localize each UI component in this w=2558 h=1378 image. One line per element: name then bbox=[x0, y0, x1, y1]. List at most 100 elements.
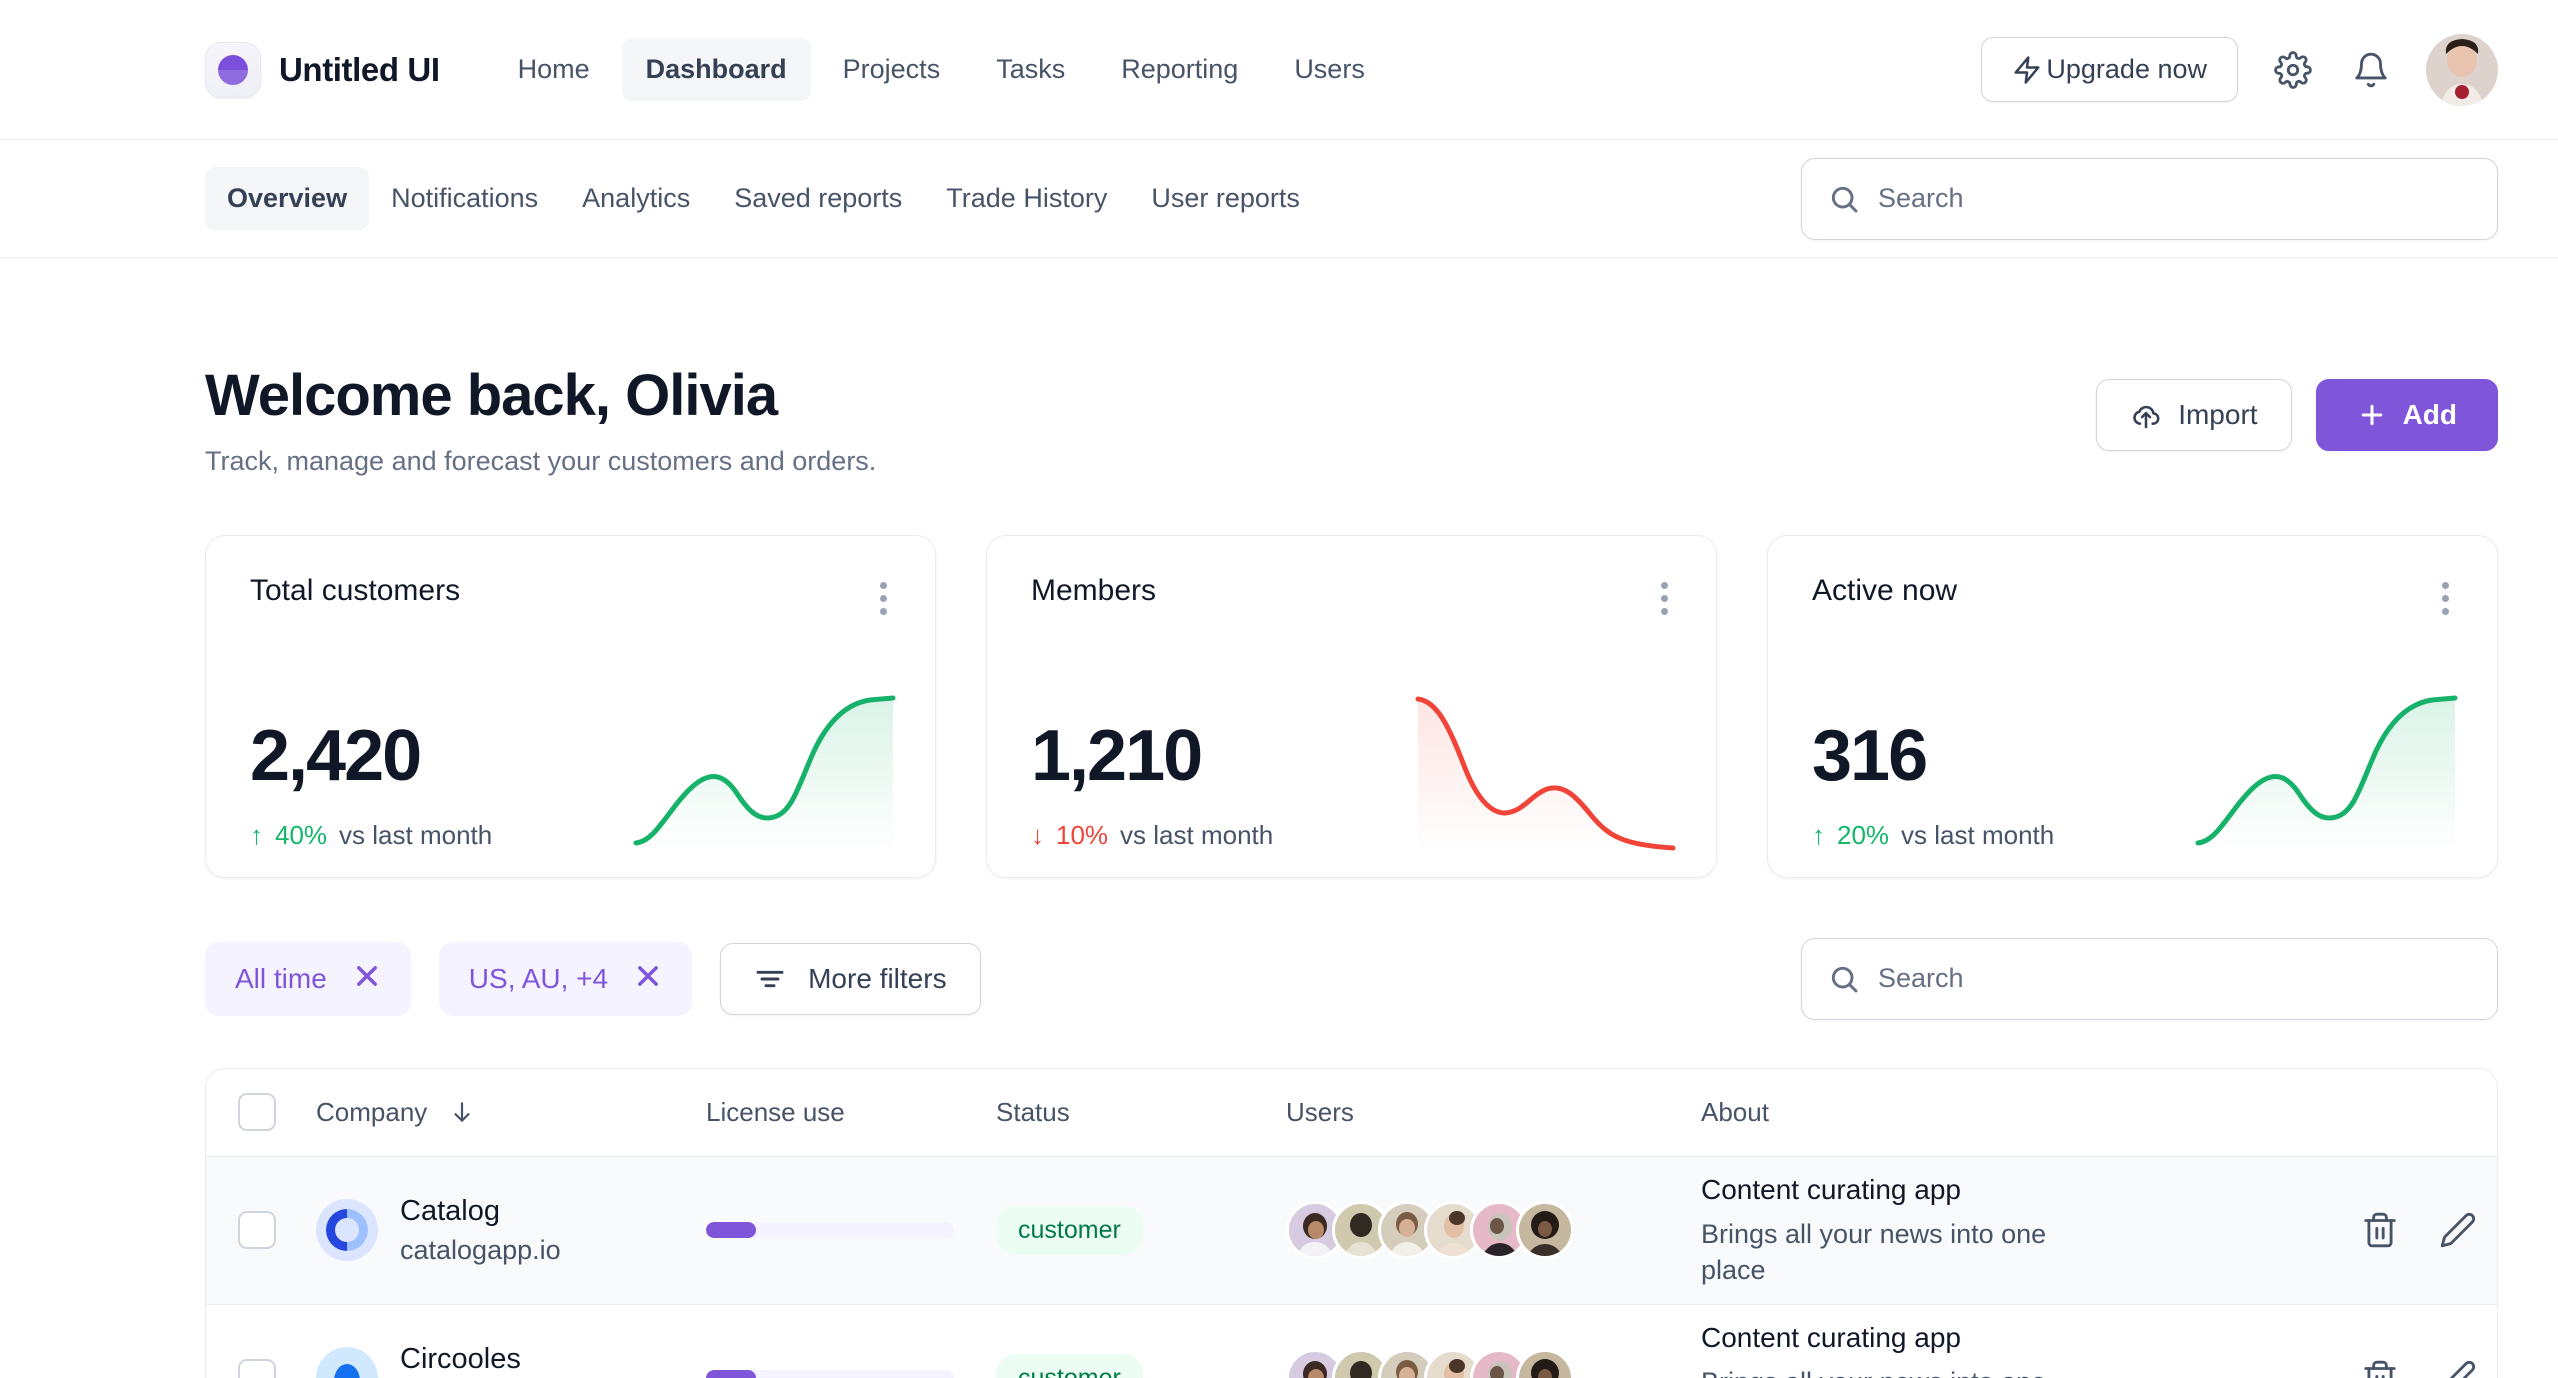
more-filters-label: More filters bbox=[808, 962, 947, 994]
company-info: Circooles getcircooles.com bbox=[400, 1341, 603, 1378]
checkbox-icon[interactable] bbox=[238, 1093, 276, 1132]
about-cell: Content curating app Brings all your new… bbox=[1701, 1172, 2307, 1289]
pencil-icon[interactable] bbox=[2439, 1359, 2477, 1378]
welcome-block: Welcome back, Olivia Track, manage and f… bbox=[205, 363, 876, 477]
logo-circle-icon bbox=[205, 41, 261, 98]
sub-nav: Overview Notifications Analytics Saved r… bbox=[0, 140, 2558, 258]
nav-item-tasks[interactable]: Tasks bbox=[972, 38, 1089, 101]
nav-item-users[interactable]: Users bbox=[1270, 38, 1389, 101]
stat-card-delta: ↑ 40% vs last month bbox=[250, 820, 492, 851]
column-header-about[interactable]: About bbox=[1701, 1097, 2307, 1128]
search-input[interactable] bbox=[1878, 183, 2471, 214]
brand[interactable]: Untitled UI bbox=[205, 41, 440, 98]
nav-search-box[interactable] bbox=[1801, 157, 2498, 240]
about-description: Brings all your news into one place bbox=[1701, 1364, 2101, 1378]
stat-card-value: 2,420 bbox=[250, 715, 422, 796]
upgrade-now-button[interactable]: Upgrade now bbox=[1981, 37, 2238, 102]
nav-item-dashboard[interactable]: Dashboard bbox=[621, 38, 811, 101]
stat-card-active-now: Active now 316 ↑ 20% vs last month bbox=[1767, 534, 2498, 878]
table-search-box[interactable] bbox=[1801, 937, 2498, 1020]
delta-value: 10% bbox=[1056, 819, 1109, 850]
users-cell bbox=[1286, 1201, 1701, 1260]
column-header-license-use[interactable]: License use bbox=[706, 1097, 996, 1128]
status-cell: customer bbox=[996, 1205, 1286, 1255]
user-avatars bbox=[1286, 1349, 1701, 1378]
stat-cards: Total customers 2,420 ↑ 40% vs last mont… bbox=[205, 534, 2498, 878]
brand-name: Untitled UI bbox=[279, 50, 440, 88]
row-select-cell bbox=[206, 1359, 316, 1378]
sub-nav-tabs: Overview Notifications Analytics Saved r… bbox=[205, 167, 1322, 230]
delta-suffix: vs last month bbox=[339, 819, 493, 850]
import-button[interactable]: Import bbox=[2096, 379, 2292, 451]
stat-card-value: 316 bbox=[1812, 715, 1928, 796]
column-header-users[interactable]: Users bbox=[1286, 1097, 1701, 1128]
column-header-company[interactable]: Company bbox=[316, 1097, 706, 1128]
add-button[interactable]: Add bbox=[2315, 379, 2498, 451]
trash-icon[interactable] bbox=[2361, 1359, 2399, 1378]
close-icon[interactable] bbox=[634, 962, 662, 996]
stat-card-title: Active now bbox=[1812, 573, 1958, 607]
companies-table: Company License use Status Users About C… bbox=[205, 1067, 2498, 1378]
close-icon[interactable] bbox=[353, 962, 381, 996]
kebab-menu-icon[interactable] bbox=[1651, 574, 1678, 623]
tab-saved-reports[interactable]: Saved reports bbox=[712, 167, 924, 230]
checkbox-icon[interactable] bbox=[238, 1359, 276, 1378]
table-search-input[interactable] bbox=[1878, 963, 2471, 995]
avatar bbox=[1516, 1349, 1574, 1378]
filter-lines-icon bbox=[754, 963, 786, 995]
kebab-menu-icon[interactable] bbox=[870, 574, 897, 623]
column-header-status[interactable]: Status bbox=[996, 1097, 1286, 1128]
status-badge: customer bbox=[996, 1205, 1143, 1255]
about-title: Content curating app bbox=[1701, 1173, 1961, 1205]
license-progress-bar bbox=[706, 1370, 954, 1378]
nav-item-home[interactable]: Home bbox=[494, 38, 614, 101]
company-name: Catalog bbox=[400, 1194, 500, 1227]
tab-trade-history[interactable]: Trade History bbox=[924, 167, 1129, 230]
search-icon bbox=[1828, 183, 1860, 215]
delta-suffix: vs last month bbox=[1120, 819, 1274, 850]
delta-arrow-icon: ↑ bbox=[250, 819, 263, 850]
delta-value: 40% bbox=[275, 819, 328, 850]
nav-item-reporting[interactable]: Reporting bbox=[1097, 38, 1262, 101]
dashboard-page: Untitled UI Home Dashboard Projects Task… bbox=[0, 0, 2558, 1378]
company-info: Catalog catalogapp.io bbox=[400, 1193, 561, 1268]
plus-icon bbox=[2357, 400, 2387, 430]
stat-card-title: Total customers bbox=[250, 573, 461, 607]
gear-icon[interactable] bbox=[2270, 47, 2316, 93]
company-cell: Circooles getcircooles.com bbox=[316, 1341, 706, 1378]
trash-icon[interactable] bbox=[2361, 1211, 2399, 1249]
filter-chip-all-time[interactable]: All time bbox=[205, 941, 411, 1016]
table-row[interactable]: Catalog catalogapp.io customer Content c… bbox=[206, 1156, 2497, 1305]
more-filters-button[interactable]: More filters bbox=[720, 942, 981, 1015]
import-label: Import bbox=[2178, 399, 2258, 430]
avatar bbox=[1516, 1201, 1574, 1260]
about-title: Content curating app bbox=[1701, 1321, 1961, 1353]
delta-arrow-icon: ↑ bbox=[1812, 819, 1825, 850]
tab-notifications[interactable]: Notifications bbox=[369, 167, 560, 230]
status-badge: customer bbox=[996, 1353, 1143, 1378]
status-cell: customer bbox=[996, 1353, 1286, 1378]
welcome-row: Welcome back, Olivia Track, manage and f… bbox=[205, 258, 2498, 477]
table-row[interactable]: Circooles getcircooles.com customer bbox=[206, 1304, 2497, 1378]
row-select-cell bbox=[206, 1211, 316, 1250]
delta-suffix: vs last month bbox=[1901, 819, 2055, 850]
arrow-down-icon bbox=[449, 1099, 475, 1125]
company-logo-icon bbox=[316, 1347, 378, 1378]
pencil-icon[interactable] bbox=[2439, 1211, 2477, 1249]
kebab-menu-icon[interactable] bbox=[2432, 574, 2459, 623]
tab-analytics[interactable]: Analytics bbox=[560, 167, 712, 230]
column-label: Company bbox=[316, 1096, 428, 1127]
checkbox-icon[interactable] bbox=[238, 1211, 276, 1250]
tab-user-reports[interactable]: User reports bbox=[1129, 167, 1322, 230]
avatar[interactable] bbox=[2426, 33, 2498, 106]
nav-item-projects[interactable]: Projects bbox=[819, 38, 965, 101]
tab-overview[interactable]: Overview bbox=[205, 167, 370, 230]
page-subtitle: Track, manage and forecast your customer… bbox=[205, 445, 877, 476]
stat-card-total-customers: Total customers 2,420 ↑ 40% vs last mont… bbox=[205, 534, 936, 878]
bell-icon[interactable] bbox=[2348, 47, 2394, 93]
stat-card-members: Members 1,210 ↓ 10% vs last month bbox=[986, 534, 1717, 878]
delta-value: 20% bbox=[1837, 819, 1890, 850]
main-content: Welcome back, Olivia Track, manage and f… bbox=[0, 258, 2558, 1378]
filter-chip-countries[interactable]: US, AU, +4 bbox=[438, 941, 693, 1016]
license-use-cell bbox=[706, 1222, 996, 1239]
